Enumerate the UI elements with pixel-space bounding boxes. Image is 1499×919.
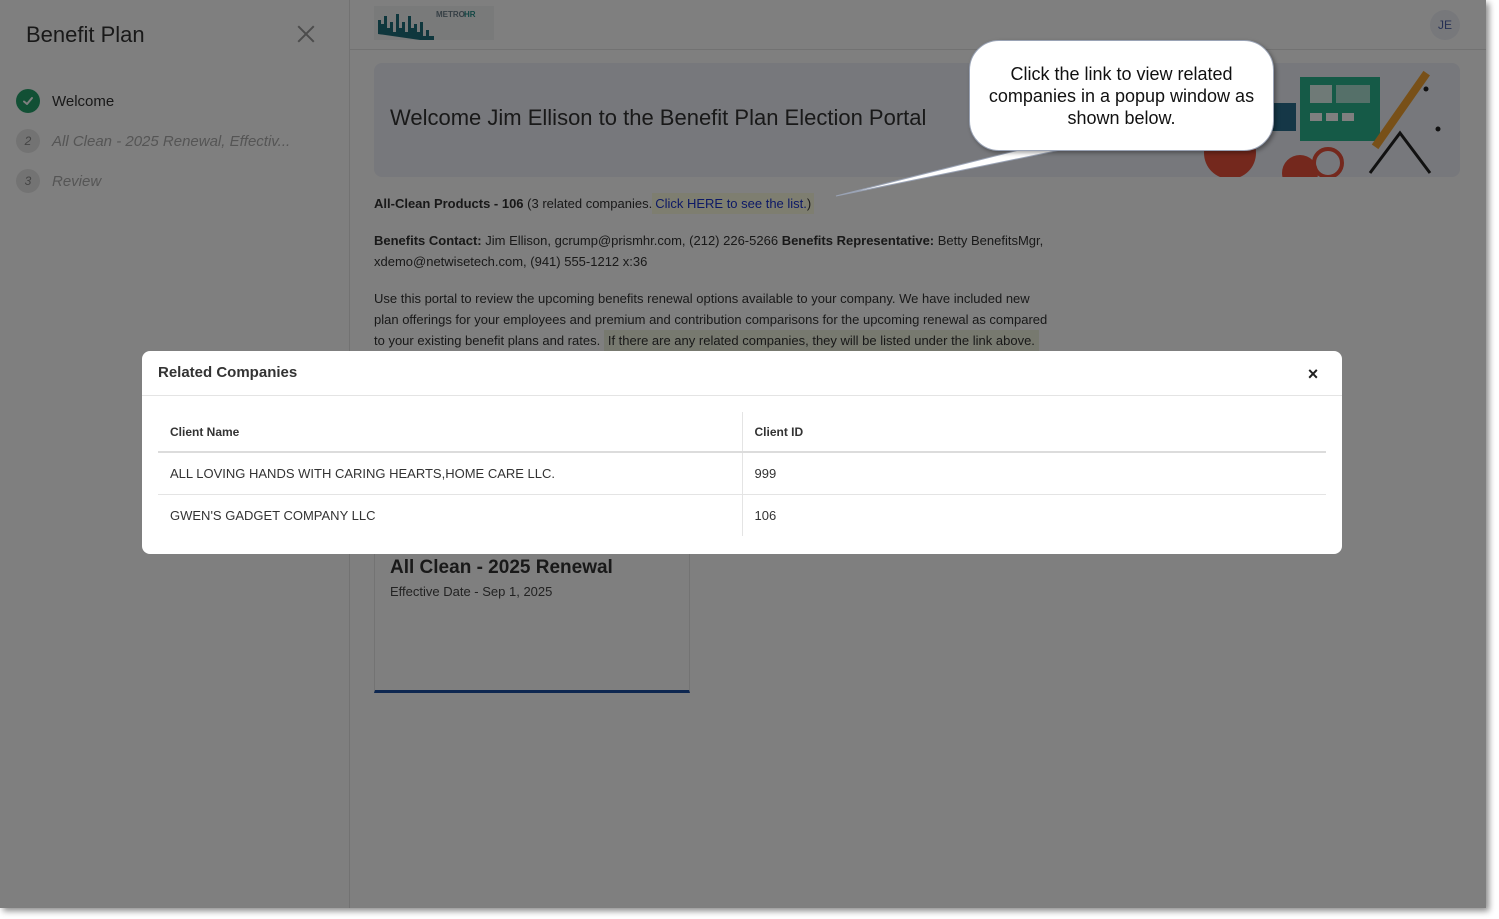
table-header-row: Client Name Client ID — [158, 412, 1326, 453]
callout-bubble: Click the link to view related companies… — [969, 40, 1274, 151]
client-name-cell: ALL LOVING HANDS WITH CARING HEARTS,HOME… — [158, 452, 743, 495]
table-row[interactable]: ALL LOVING HANDS WITH CARING HEARTS,HOME… — [158, 452, 1326, 495]
modal-title: Related Companies — [158, 364, 298, 381]
app-window: Benefit Plan Welcome 2 All Clean - 2025 … — [0, 0, 1486, 908]
client-name-cell: GWEN'S GADGET COMPANY LLC — [158, 494, 743, 536]
column-header-client-id[interactable]: Client ID — [742, 412, 1326, 453]
client-id-cell: 999 — [742, 452, 1326, 495]
table-row[interactable]: GWEN'S GADGET COMPANY LLC 106 — [158, 494, 1326, 536]
related-companies-modal: Related Companies × Client Name Client I… — [142, 351, 1342, 554]
modal-header: Related Companies × — [142, 351, 1342, 396]
close-icon[interactable]: × — [1304, 365, 1322, 383]
client-id-cell: 106 — [754, 507, 777, 523]
column-header-client-name[interactable]: Client Name — [158, 412, 743, 453]
callout-text: Click the link to view related companies… — [988, 63, 1255, 128]
related-companies-table: Client Name Client ID ALL LOVING HANDS W… — [158, 412, 1326, 536]
